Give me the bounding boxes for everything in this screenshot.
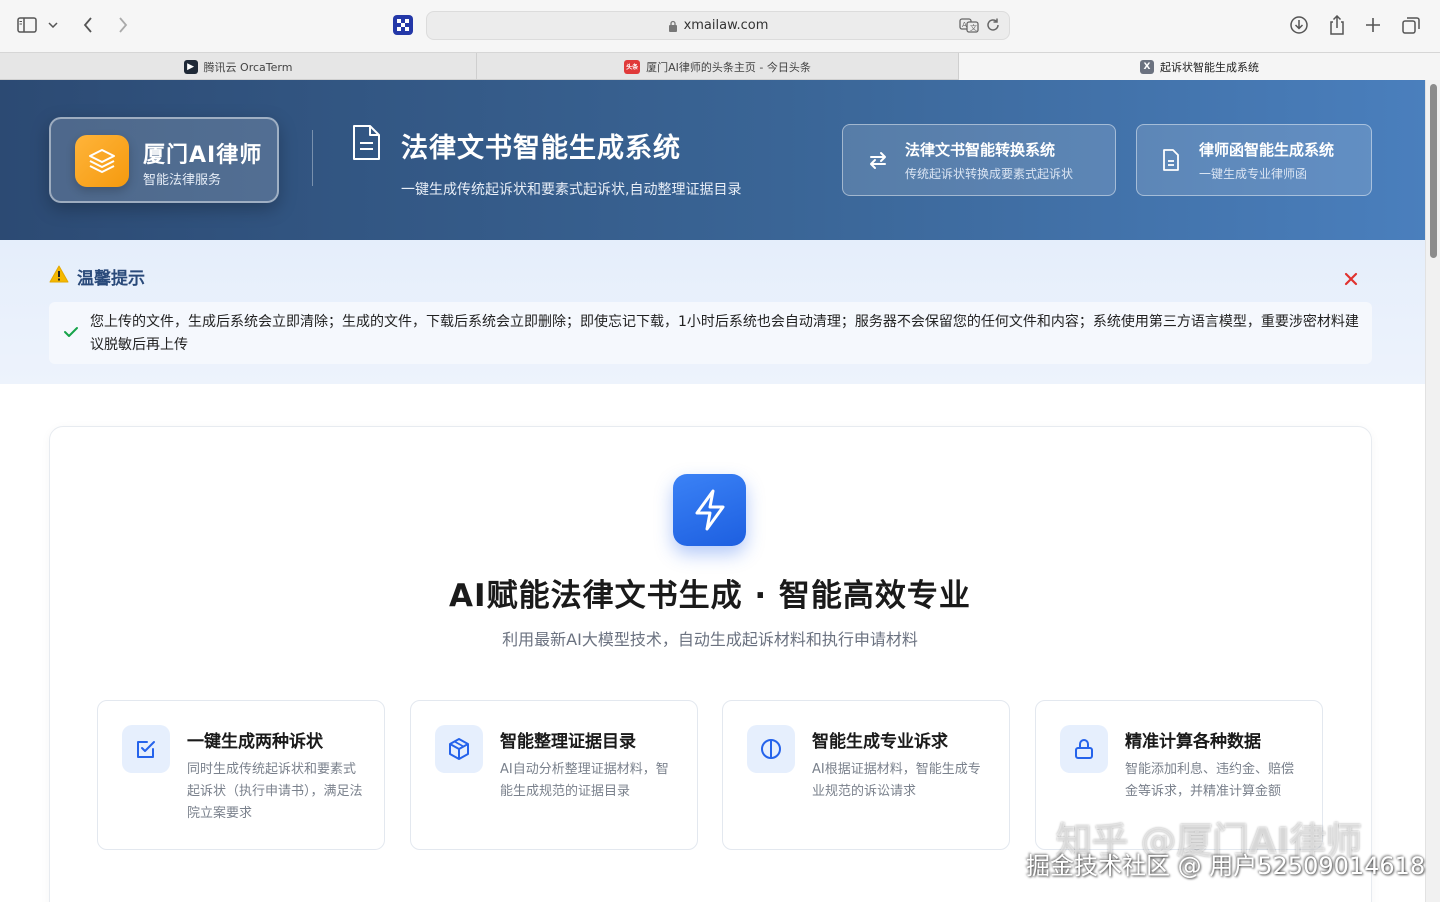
warning-icon bbox=[49, 265, 69, 288]
tab-orcaterm[interactable]: ▶ 腾讯云 OrcaTerm bbox=[0, 53, 477, 80]
svg-text:文: 文 bbox=[970, 23, 977, 32]
layers-logo-icon bbox=[75, 135, 129, 187]
notice-heading: 温馨提示 bbox=[49, 264, 145, 289]
site-favicon-icon bbox=[392, 12, 414, 38]
feature-desc: AI根据证据材料，智能生成专业规范的诉讼请求 bbox=[812, 762, 981, 799]
lightning-bolt-icon bbox=[673, 474, 746, 546]
watermark-juejin: 掘金技术社区 @ 用户52509014618 bbox=[1026, 852, 1426, 880]
feature-title: 一键生成两种诉状 bbox=[187, 732, 323, 752]
brand-subtitle: 智能法律服务 bbox=[143, 173, 222, 188]
tab-label: 起诉状智能生成系统 bbox=[1160, 60, 1259, 74]
tab-label: 厦门AI律师的头条主页 - 今日头条 bbox=[646, 60, 811, 74]
tab-bar: ▶ 腾讯云 OrcaTerm 头条 厦门AI律师的头条主页 - 今日头条 X 起… bbox=[0, 52, 1440, 80]
feature-title: 精准计算各种数据 bbox=[1125, 732, 1261, 752]
translate-icon[interactable]: A文 bbox=[959, 17, 979, 37]
tab-complaint-system[interactable]: X 起诉状智能生成系统 bbox=[959, 53, 1440, 80]
lock-icon bbox=[1060, 725, 1108, 773]
feature-desc: AI自动分析整理证据材料，智能生成规范的证据目录 bbox=[500, 762, 669, 799]
forward-arrow-icon[interactable] bbox=[113, 12, 133, 38]
page-scrollbar[interactable] bbox=[1425, 80, 1440, 902]
page-subtitle: 一键生成传统起诉状和要素式起诉状,自动整理证据目录 bbox=[401, 182, 742, 198]
check-icon bbox=[63, 324, 79, 343]
feature-desc: 智能添加利息、违约金、赔偿金等诉求，并精准计算金额 bbox=[1125, 762, 1295, 799]
svg-text:A: A bbox=[962, 21, 967, 29]
swap-arrows-icon bbox=[867, 149, 889, 175]
feature-card-two-complaints: 一键生成两种诉状 同时生成传统起诉状和要素式起诉状（执行申请书），满足法院立案要… bbox=[97, 700, 385, 850]
document-icon bbox=[1161, 149, 1181, 175]
card-title: 律师函智能生成系统 bbox=[1199, 141, 1335, 159]
tab-overview-icon[interactable] bbox=[1400, 12, 1422, 38]
site-header: 厦门AI律师 智能法律服务 法律文书智能生成系统 一键生成传统起诉状和要素式起诉… bbox=[0, 80, 1425, 240]
header-divider bbox=[312, 130, 313, 186]
page-title: 法律文书智能生成系统 bbox=[401, 133, 681, 164]
feature-desc: 同时生成传统起诉状和要素式起诉状（执行申请书），满足法院立案要求 bbox=[187, 762, 363, 821]
address-bar[interactable]: xmailaw.com A文 bbox=[426, 11, 1010, 40]
reload-icon[interactable] bbox=[985, 17, 1001, 37]
brand-card[interactable]: 厦门AI律师 智能法律服务 bbox=[49, 117, 279, 203]
card-title: 法律文书智能转换系统 bbox=[905, 141, 1056, 159]
notice-title: 温馨提示 bbox=[77, 269, 145, 289]
hero-title: AI赋能法律文书生成 · 智能高效专业 bbox=[449, 578, 971, 614]
hero-subtitle: 利用最新AI大模型技术，自动生成起诉材料和执行申请材料 bbox=[502, 630, 918, 649]
notice-text: 您上传的文件，生成后系统会立即清除；生成的文件，下载后系统会立即删除；即使忘记下… bbox=[90, 314, 1359, 353]
card-subtitle: 一键生成专业律师函 bbox=[1199, 167, 1308, 181]
convert-system-button[interactable]: 法律文书智能转换系统 传统起诉状转换成要素式起诉状 bbox=[842, 124, 1116, 196]
url-text: xmailaw.com bbox=[683, 18, 769, 33]
notice-banner: 温馨提示 您上传的文件，生成后系统会立即清除；生成的文件，下载后系统会立即删除；… bbox=[0, 240, 1425, 384]
feature-card-evidence-list: 智能整理证据目录 AI自动分析整理证据材料，智能生成规范的证据目录 bbox=[410, 700, 698, 850]
circle-half-icon bbox=[747, 725, 795, 773]
lawyer-letter-system-button[interactable]: 律师函智能生成系统 一键生成专业律师函 bbox=[1136, 124, 1372, 196]
download-icon[interactable] bbox=[1288, 12, 1310, 38]
checkbox-icon bbox=[122, 725, 170, 773]
document-icon bbox=[350, 124, 382, 166]
x-favicon-icon: X bbox=[1140, 59, 1154, 74]
share-icon[interactable] bbox=[1326, 12, 1348, 38]
tab-label: 腾讯云 OrcaTerm bbox=[203, 60, 293, 74]
card-subtitle: 传统起诉状转换成要素式起诉状 bbox=[905, 167, 1074, 181]
chevron-down-icon[interactable] bbox=[46, 12, 60, 38]
tab-toutiao[interactable]: 头条 厦门AI律师的头条主页 - 今日头条 bbox=[477, 53, 959, 80]
sidebar-toggle-icon[interactable] bbox=[16, 12, 38, 38]
cube-icon bbox=[435, 725, 483, 773]
scrollbar-thumb[interactable] bbox=[1430, 84, 1437, 258]
close-icon[interactable] bbox=[1341, 270, 1361, 290]
feature-title: 智能整理证据目录 bbox=[500, 732, 636, 752]
feature-card-claims: 智能生成专业诉求 AI根据证据材料，智能生成专业规范的诉讼请求 bbox=[722, 700, 1010, 850]
notice-content: 您上传的文件，生成后系统会立即清除；生成的文件，下载后系统会立即删除；即使忘记下… bbox=[49, 302, 1372, 364]
browser-toolbar: xmailaw.com A文 bbox=[0, 0, 1440, 52]
new-tab-plus-icon[interactable] bbox=[1362, 12, 1384, 38]
terminal-favicon-icon: ▶ bbox=[183, 59, 198, 74]
feature-title: 智能生成专业诉求 bbox=[812, 732, 948, 752]
back-arrow-icon[interactable] bbox=[78, 12, 98, 38]
lock-icon bbox=[668, 20, 677, 32]
toutiao-favicon-icon: 头条 bbox=[624, 59, 641, 74]
brand-title: 厦门AI律师 bbox=[143, 143, 263, 168]
